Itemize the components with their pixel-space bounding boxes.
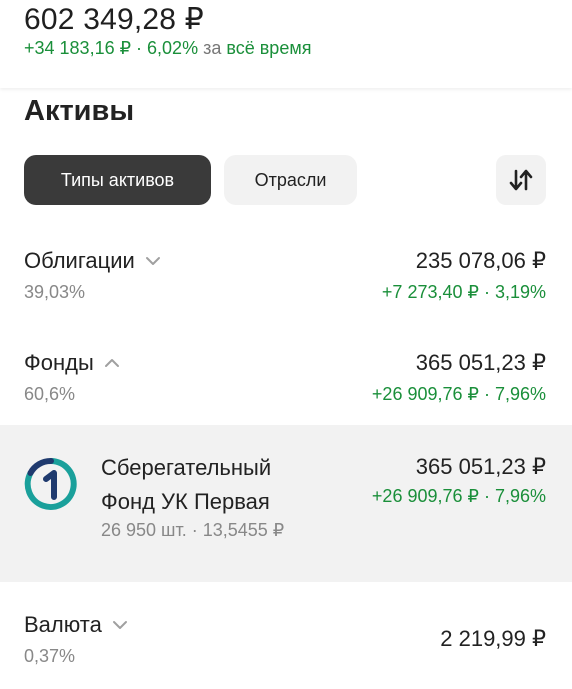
- fund-item[interactable]: Сберегательный Фонд УК Первая 26 950 шт.…: [0, 425, 572, 582]
- asset-row-funds[interactable]: Фонды 60,6% 365 051,23 ₽ +26 909,76 ₽ · …: [0, 342, 572, 412]
- chevron-down-icon: [112, 621, 127, 629]
- portfolio-total-gain: +34 183,16 ₽ · 6,02% за всё время: [24, 38, 311, 59]
- portfolio-summary: 602 349,28 ₽ +34 183,16 ₽ · 6,02% за всё…: [0, 0, 572, 88]
- asset-value-bonds: 235 078,06 ₽: [415, 248, 546, 273]
- fund-value: 365 051,23 ₽: [415, 454, 546, 479]
- gain-period-prefix: за: [203, 38, 222, 58]
- asset-name-bonds: Облигации: [24, 248, 161, 274]
- asset-name-currency: Валюта: [24, 612, 128, 638]
- gain-amount: +34 183,16 ₽ · 6,02%: [24, 38, 199, 58]
- asset-percent-currency: 0,37%: [24, 646, 76, 666]
- asset-value-funds: 365 051,23 ₽: [415, 350, 546, 375]
- asset-label: Облигации: [24, 248, 135, 273]
- asset-change-funds: +26 909,76 ₽ · 7,96%: [371, 384, 546, 404]
- asset-row-bonds[interactable]: Облигации 39,03% 235 078,06 ₽ +7 273,40 …: [0, 240, 572, 310]
- portfolio-total-value: 602 349,28 ₽: [24, 3, 204, 36]
- tab-asset-types[interactable]: Типы активов: [24, 155, 211, 205]
- sort-button[interactable]: [496, 155, 546, 205]
- gain-period[interactable]: всё время: [226, 38, 311, 58]
- chevron-down-icon: [145, 257, 160, 265]
- asset-label: Валюта: [24, 612, 102, 637]
- asset-percent-bonds: 39,03%: [24, 282, 86, 302]
- asset-name-funds: Фонды: [24, 350, 120, 376]
- chevron-up-icon: [104, 359, 119, 367]
- tab-sectors[interactable]: Отрасли: [224, 155, 357, 205]
- asset-change-bonds: +7 273,40 ₽ · 3,19%: [381, 282, 546, 302]
- fund-change: +26 909,76 ₽ · 7,96%: [371, 486, 546, 506]
- asset-row-currency[interactable]: Валюта 0,37% 2 219,99 ₽: [0, 604, 572, 674]
- pervaya-logo-icon: [24, 457, 77, 510]
- asset-label: Фонды: [24, 350, 94, 375]
- fund-quantity-price: 26 950 шт. · 13,5455 ₽: [101, 520, 285, 540]
- asset-value-currency: 2 219,99 ₽: [440, 626, 546, 651]
- assets-title: Активы: [24, 95, 135, 127]
- asset-percent-funds: 60,6%: [24, 384, 76, 404]
- sort-arrows-icon: [509, 169, 533, 191]
- fund-name: Сберегательный Фонд УК Первая: [101, 455, 272, 514]
